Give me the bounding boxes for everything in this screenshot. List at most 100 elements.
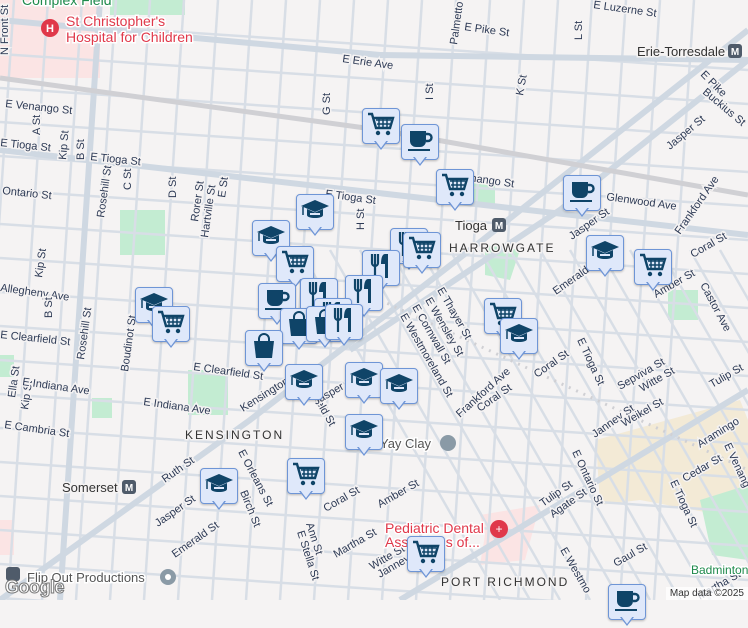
- street-label: Glenwood Ave: [606, 191, 678, 213]
- shopping-cart-marker[interactable]: [403, 232, 441, 276]
- marker-box: [296, 194, 334, 230]
- school-marker[interactable]: [200, 468, 238, 512]
- street-label: A St: [31, 115, 43, 135]
- shopping-bag-marker[interactable]: [245, 330, 283, 374]
- street-label: Kip St: [33, 248, 49, 279]
- school-icon: [204, 472, 234, 501]
- street-label: Emerald St: [170, 519, 221, 560]
- marker-pointer: [620, 616, 634, 626]
- station-name: Somerset: [62, 480, 118, 495]
- school-marker[interactable]: [345, 414, 383, 458]
- marker-pointer: [292, 340, 306, 350]
- map-canvas[interactable]: N Front St E Erie Ave E Venango St A St E Ti…: [0, 0, 748, 628]
- marker-pointer: [448, 201, 462, 211]
- marker-box: [325, 304, 363, 340]
- coffee-cup-marker[interactable]: [563, 175, 601, 219]
- school-icon: [349, 366, 379, 395]
- shopping-cart-icon: [441, 172, 469, 203]
- street-label: Kip St: [57, 130, 72, 160]
- metro-glyph: M: [125, 483, 133, 494]
- marker-box: [345, 414, 383, 450]
- street-label: Allegheny Ave: [0, 282, 70, 304]
- street-label: Jasper St: [153, 493, 198, 529]
- marker-pointer: [374, 140, 388, 150]
- marker-pointer: [415, 264, 429, 274]
- station-name: Tioga: [455, 218, 488, 233]
- school-icon: [504, 322, 534, 351]
- marker-pointer: [357, 394, 371, 404]
- hospital-icon-glyph: H: [46, 23, 54, 35]
- complex-field-name[interactable]: Complex Field: [21, 0, 113, 10]
- school-marker[interactable]: [500, 318, 538, 362]
- street-label: B St: [43, 297, 55, 318]
- neighborhood-label: KENSINGTON: [185, 428, 284, 442]
- school-marker[interactable]: [586, 235, 624, 279]
- marker-pointer: [164, 338, 178, 348]
- badminton-name[interactable]: Badminton: [690, 562, 748, 579]
- shopping-cart-marker[interactable]: [287, 458, 325, 502]
- street-label: N Front St: [0, 5, 11, 55]
- street-label: I St: [424, 83, 436, 100]
- marker-box: [200, 468, 238, 504]
- school-icon: [349, 418, 379, 447]
- marker-box: [401, 124, 439, 160]
- marker-box: [403, 232, 441, 268]
- coffee-cup-icon: [613, 587, 641, 618]
- marker-box: [276, 246, 314, 282]
- coffee-cup-marker[interactable]: [401, 124, 439, 168]
- marker-pointer: [212, 500, 226, 510]
- school-marker[interactable]: [380, 368, 418, 412]
- street-label: E Venango St: [5, 98, 73, 117]
- school-icon: [289, 368, 319, 397]
- station-name: Erie-Torresdale: [637, 44, 725, 59]
- street-label: D St: [167, 177, 179, 198]
- marker-pointer: [598, 267, 612, 277]
- marker-box: [285, 364, 323, 400]
- school-marker[interactable]: [345, 362, 383, 406]
- marker-box: [362, 108, 400, 144]
- street-label: Ontario St: [2, 185, 53, 202]
- google-logo[interactable]: Google: [5, 577, 66, 598]
- school-marker[interactable]: [296, 194, 334, 238]
- dental-icon-glyph: +: [495, 522, 502, 536]
- marker-pointer: [257, 362, 271, 372]
- street-label: C St: [122, 169, 134, 190]
- map-attribution[interactable]: Map data ©2025: [665, 587, 748, 600]
- station-somerset[interactable]: Somerset M: [61, 479, 136, 497]
- school-marker[interactable]: [285, 364, 323, 408]
- shopping-cart-icon: [281, 249, 309, 280]
- shopping-cart-marker[interactable]: [362, 108, 400, 152]
- marker-box: [287, 458, 325, 494]
- marker-pointer: [392, 400, 406, 410]
- marker-box: [436, 169, 474, 205]
- yay-clay-poi[interactable]: Yay Clay: [379, 435, 456, 453]
- marker-pointer: [646, 281, 660, 291]
- station-tioga[interactable]: Tioga M: [454, 217, 506, 235]
- shopping-cart-icon: [412, 539, 440, 570]
- school-icon: [300, 198, 330, 227]
- street-label: Ruth St: [160, 455, 197, 486]
- marker-box: [500, 318, 538, 354]
- shopping-cart-marker[interactable]: [152, 306, 190, 350]
- marker-box: [152, 306, 190, 342]
- school-icon: [384, 372, 414, 401]
- marker-pointer: [413, 156, 427, 166]
- marker-box: [407, 536, 445, 572]
- street-label: B St: [75, 139, 87, 160]
- street-label: Amber St: [376, 477, 422, 510]
- marker-box: [586, 235, 624, 271]
- marker-box: [245, 330, 283, 366]
- metro-glyph: M: [495, 221, 503, 232]
- shopping-cart-marker[interactable]: [436, 169, 474, 213]
- street-label: E St: [216, 176, 231, 198]
- shopping-cart-marker[interactable]: [634, 249, 672, 293]
- coffee-cup-marker[interactable]: [608, 584, 646, 628]
- marker-pointer: [575, 207, 589, 217]
- street-label: Rosehill St: [95, 165, 114, 219]
- street-label: K St: [514, 74, 529, 97]
- neighborhood-label: PORT RICHMOND: [441, 575, 569, 589]
- shopping-cart-marker[interactable]: [407, 536, 445, 580]
- school-icon: [590, 239, 620, 268]
- restaurant-marker[interactable]: [325, 304, 363, 348]
- marker-box: [563, 175, 601, 211]
